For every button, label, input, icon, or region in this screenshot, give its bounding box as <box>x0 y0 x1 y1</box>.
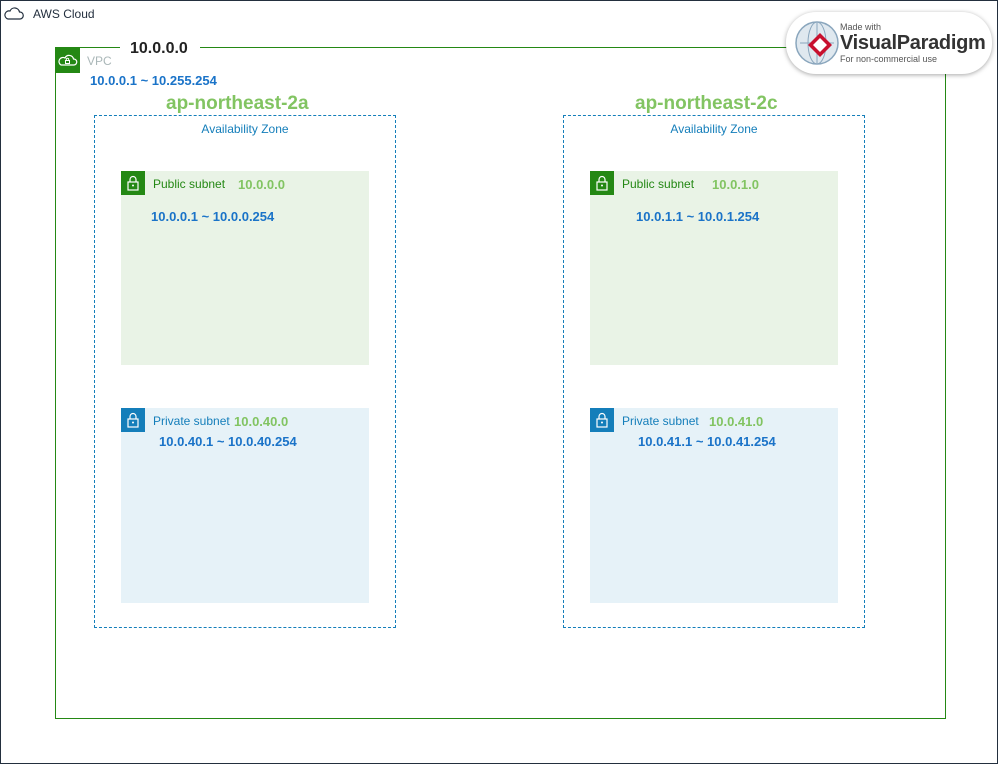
lock-icon <box>590 171 614 195</box>
visual-paradigm-logo-icon <box>794 20 840 66</box>
cloud-icon <box>2 2 26 26</box>
watermark-subtitle: For non-commercial use <box>840 54 938 64</box>
vpc-cidr: 10.0.0.0 <box>130 40 188 57</box>
private-subnet-range: 10.0.41.1 ~ 10.0.41.254 <box>638 434 776 449</box>
vpc-label: VPC <box>87 54 112 68</box>
availability-zone-label: Availability Zone <box>201 122 289 136</box>
watermark-made-with: Made with <box>840 22 882 32</box>
public-subnet-range: 10.0.1.1 ~ 10.0.1.254 <box>636 209 760 224</box>
public-subnet-cidr: 10.0.1.0 <box>712 177 759 192</box>
private-subnet-range: 10.0.40.1 ~ 10.0.40.254 <box>159 434 297 449</box>
private-subnet-label: Private subnet <box>153 414 230 428</box>
watermark-brand-b: Paradigm <box>896 32 986 54</box>
watermark-brand-a: Visual <box>840 32 897 54</box>
zone-name: ap-northeast-2a <box>166 93 309 114</box>
lock-icon <box>121 171 145 195</box>
private-subnet-label: Private subnet <box>622 414 699 428</box>
aws-cloud-label: AWS Cloud <box>33 7 95 21</box>
public-subnet-label: Public subnet <box>153 177 226 191</box>
public-subnet-label: Public subnet <box>622 177 695 191</box>
zone-name: ap-northeast-2c <box>635 93 778 114</box>
lock-icon <box>121 408 145 432</box>
vpc-ip-range: 10.0.0.1 ~ 10.255.254 <box>90 73 217 88</box>
public-subnet-a <box>121 171 369 365</box>
vpc-cloud-lock-icon <box>55 48 80 73</box>
lock-icon <box>590 408 614 432</box>
watermark-brand: VisualParadigm <box>840 32 986 55</box>
private-subnet-cidr: 10.0.40.0 <box>234 414 289 429</box>
private-subnet-cidr: 10.0.41.0 <box>709 414 764 429</box>
public-subnet-cidr: 10.0.0.0 <box>238 177 285 192</box>
public-subnet-c <box>590 171 838 365</box>
availability-zone-label: Availability Zone <box>670 122 758 136</box>
public-subnet-range: 10.0.0.1 ~ 10.0.0.254 <box>151 209 275 224</box>
